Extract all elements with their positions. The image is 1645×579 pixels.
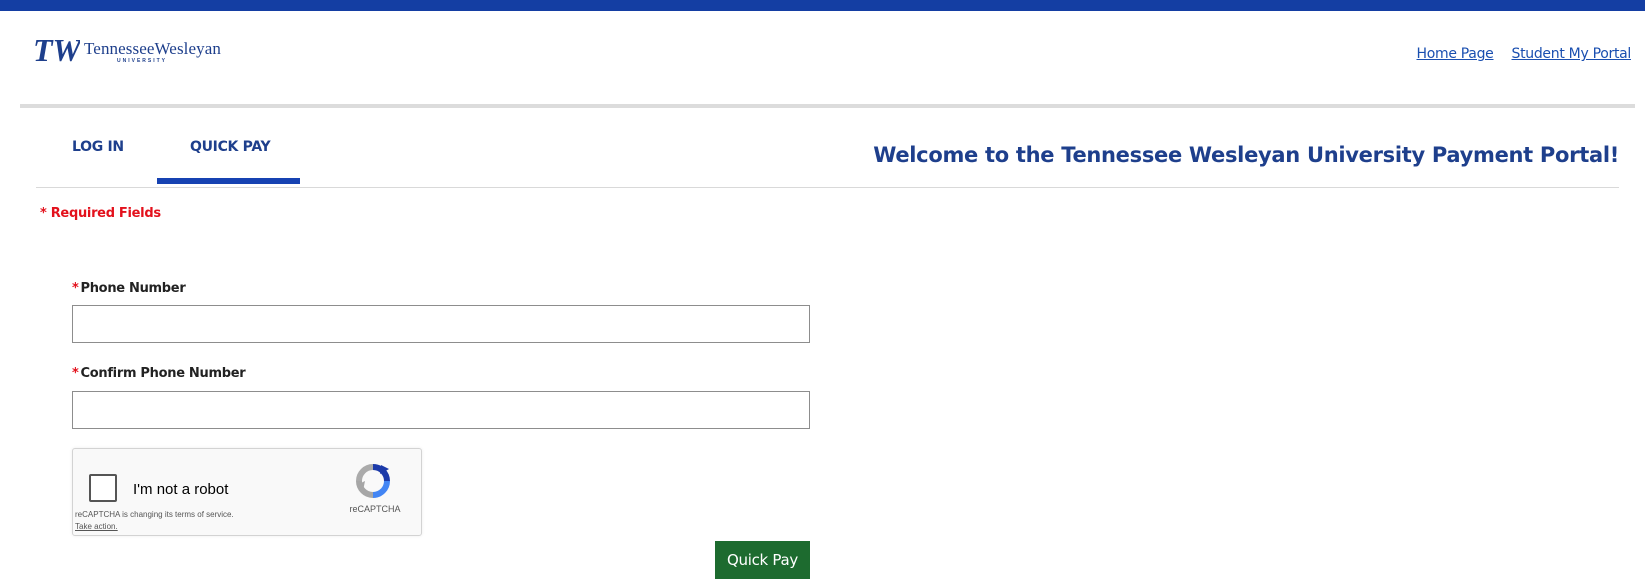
student-my-portal-link[interactable]: Student My Portal (1512, 46, 1632, 62)
recaptcha-terms-notice: reCAPTCHA is changing its terms of servi… (75, 510, 234, 519)
confirm-phone-number-label-text: Confirm Phone Number (80, 366, 246, 381)
recaptcha-checkbox[interactable] (89, 474, 117, 502)
active-tab-indicator (157, 178, 300, 184)
tab-log-in[interactable]: LOG IN (72, 139, 124, 155)
home-page-link[interactable]: Home Page (1417, 46, 1494, 62)
phone-number-label-text: Phone Number (80, 281, 186, 296)
logo-name: TennesseeWesleyan (84, 39, 221, 58)
phone-number-label: * Phone Number (72, 281, 186, 296)
recaptcha-brand: reCAPTCHA (349, 504, 401, 514)
top-accent-bar (0, 0, 1645, 11)
logo-monogram: TW (33, 33, 80, 68)
header-links: Home Page Student My Portal (1417, 46, 1632, 62)
page-title: Welcome to the Tennessee Wesleyan Univer… (873, 143, 1619, 167)
recaptcha-icon (356, 464, 390, 498)
recaptcha-widget: I'm not a robot reCAPTCHA reCAPTCHA is c… (72, 448, 422, 536)
required-marker: * (72, 366, 79, 381)
confirm-phone-number-label: * Confirm Phone Number (72, 366, 246, 381)
quick-pay-button[interactable]: Quick Pay (715, 541, 810, 579)
university-logo[interactable]: TW TennesseeWesleyan UNIVERSITY (32, 33, 221, 69)
recaptcha-take-action-link[interactable]: Take action. (75, 522, 118, 531)
logo-subtitle: UNIVERSITY (117, 58, 168, 64)
recaptcha-label: I'm not a robot (133, 481, 229, 498)
tw-monogram-logo-icon: TW (33, 33, 80, 68)
required-fields-note: * Required Fields (40, 206, 161, 221)
required-marker: * (72, 281, 79, 296)
tabs-divider (36, 187, 1619, 188)
confirm-phone-number-input[interactable] (72, 391, 810, 429)
header-divider (20, 104, 1635, 108)
phone-number-input[interactable] (72, 305, 810, 343)
tab-quick-pay[interactable]: QUICK PAY (190, 139, 271, 155)
